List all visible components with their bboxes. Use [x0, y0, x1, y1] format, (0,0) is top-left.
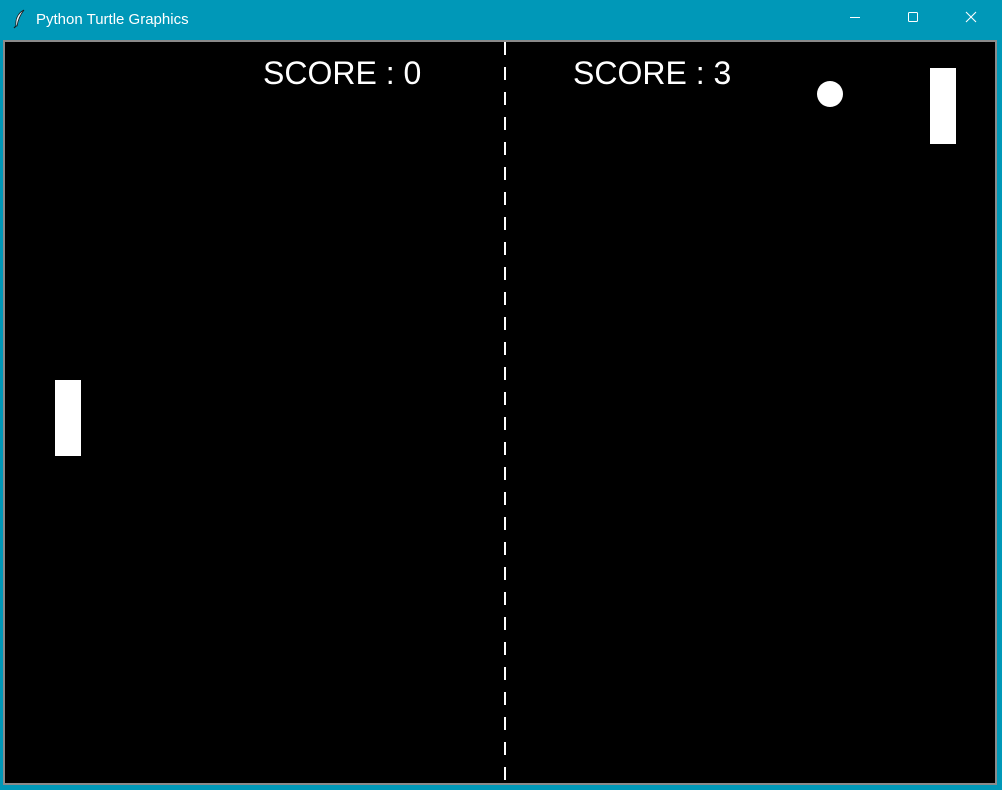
ball — [817, 81, 843, 107]
window-title: Python Turtle Graphics — [36, 11, 189, 28]
left-paddle — [55, 380, 81, 456]
minimize-button[interactable] — [826, 0, 884, 38]
center-dashed-line — [504, 42, 506, 783]
maximize-button[interactable] — [884, 0, 942, 38]
score-right: SCORE : 3 — [573, 55, 732, 91]
maximize-icon — [907, 10, 919, 28]
game-canvas[interactable]: SCORE : 0 SCORE : 3 — [5, 42, 995, 783]
window: Python Turtle Graphics SCORE : 0 SCORE :… — [0, 0, 1002, 790]
right-paddle — [930, 68, 956, 144]
title-bar[interactable]: Python Turtle Graphics — [0, 0, 1002, 38]
score-left: SCORE : 0 — [263, 55, 422, 91]
close-button[interactable] — [942, 0, 1000, 38]
minimize-icon — [849, 10, 861, 28]
close-icon — [965, 10, 977, 28]
feather-icon — [12, 9, 28, 29]
